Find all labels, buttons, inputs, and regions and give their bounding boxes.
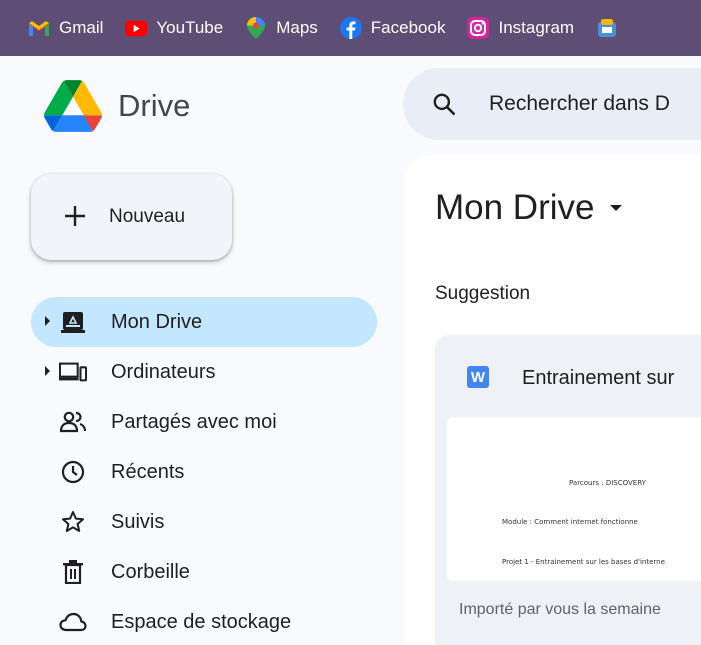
gmail-icon xyxy=(28,17,50,39)
drive-logo-text: Drive xyxy=(118,88,191,123)
sidebar-nav: Mon Drive Ordinateurs Partagés avec moi … xyxy=(31,297,377,645)
preview-line: Parcours : DISCOVERY xyxy=(569,479,646,487)
plus-icon xyxy=(63,200,87,234)
bookmark-extra[interactable] xyxy=(596,17,627,39)
drive-logo[interactable]: Drive xyxy=(44,80,190,132)
my-drive-icon xyxy=(59,309,87,335)
bookmark-maps[interactable]: Maps xyxy=(245,17,318,39)
section-label-suggestion: Suggestion xyxy=(435,283,531,304)
maps-icon xyxy=(245,17,267,39)
instagram-icon xyxy=(467,17,490,39)
computers-icon xyxy=(59,359,87,385)
search-input[interactable]: Rechercher dans D xyxy=(489,92,670,116)
sidebar-item-computers[interactable]: Ordinateurs xyxy=(31,347,377,397)
bookmark-gmail[interactable]: Gmail xyxy=(28,17,103,39)
sidebar-item-my-drive[interactable]: Mon Drive xyxy=(31,297,377,347)
chevron-down-icon[interactable] xyxy=(610,205,623,211)
file-preview[interactable]: Parcours : DISCOVERY Module : Comment in… xyxy=(447,417,701,581)
new-button-label: Nouveau xyxy=(109,206,186,227)
clock-icon xyxy=(59,459,87,485)
sidebar-item-recent[interactable]: Récents xyxy=(31,447,377,497)
sidebar-item-starred[interactable]: Suivis xyxy=(31,497,377,547)
shared-icon xyxy=(59,409,87,435)
star-icon xyxy=(59,509,87,535)
search-icon[interactable] xyxy=(431,91,457,117)
cloud-icon xyxy=(59,609,87,635)
file-title[interactable]: Entrainement sur xyxy=(522,367,674,390)
main-content: Mon Drive Suggestion W Entrainement sur … xyxy=(405,155,701,645)
word-file-icon: W xyxy=(467,366,489,388)
sidebar-item-storage[interactable]: Espace de stockage xyxy=(31,597,377,645)
bookmark-instagram[interactable]: Instagram xyxy=(467,17,574,39)
facebook-icon xyxy=(339,17,362,39)
new-button[interactable]: Nouveau xyxy=(31,174,232,260)
expand-caret-icon[interactable] xyxy=(45,366,50,376)
sidebar-item-trash[interactable]: Corbeille xyxy=(31,547,377,597)
search-bar[interactable]: Rechercher dans D xyxy=(403,68,701,140)
bookmark-app-icon xyxy=(596,17,618,39)
expand-caret-icon[interactable] xyxy=(45,316,50,326)
bookmark-facebook[interactable]: Facebook xyxy=(339,17,445,39)
bookmarks-bar: Gmail YouTube Maps Facebook Instagram xyxy=(0,0,701,56)
sidebar-item-shared[interactable]: Partagés avec moi xyxy=(31,397,377,447)
preview-line: Module : Comment internet fonctionne xyxy=(502,518,638,526)
trash-icon xyxy=(59,559,87,585)
youtube-icon xyxy=(125,17,148,39)
page-title[interactable]: Mon Drive xyxy=(435,188,623,228)
bookmark-youtube[interactable]: YouTube xyxy=(125,17,223,39)
suggested-file-card[interactable]: W Entrainement sur Parcours : DISCOVERY … xyxy=(435,335,701,645)
preview-line: Projet 1 - Entrainement sur les bases d'… xyxy=(502,558,665,566)
file-activity-text: Importé par vous la semaine xyxy=(459,601,661,618)
drive-logo-icon xyxy=(44,80,102,132)
